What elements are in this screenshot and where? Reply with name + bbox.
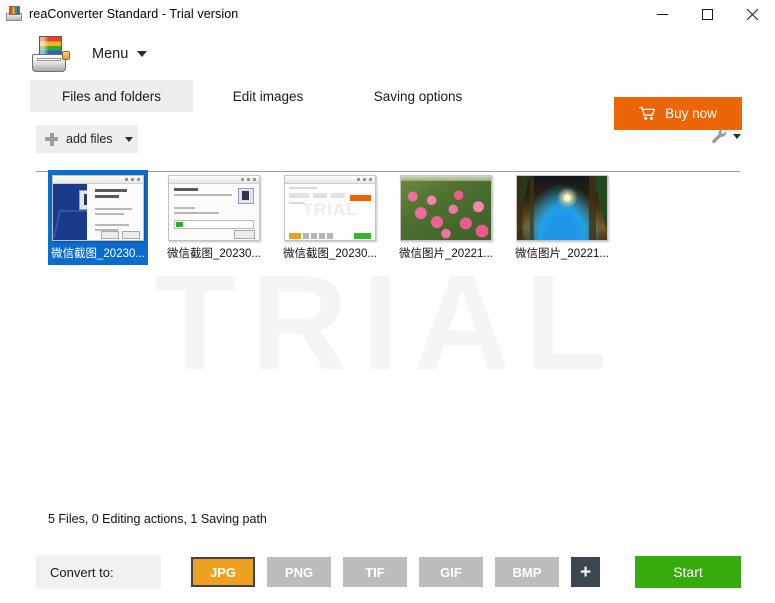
tab-saving-options[interactable]: Saving options xyxy=(343,80,493,112)
list-item[interactable]: 微信截图_20230... xyxy=(164,170,264,265)
menu-button[interactable]: Menu xyxy=(86,42,153,66)
close-button[interactable] xyxy=(730,0,775,28)
thumbnail-image-wrap: TRIAL xyxy=(280,170,380,245)
thumbnail-list: 微信截图_20230... 微信截图_20230... xyxy=(0,170,775,265)
thumbnail-image-wrap xyxy=(48,170,148,245)
add-files-label: add files xyxy=(66,132,113,146)
chevron-down-icon xyxy=(137,51,147,57)
minimize-button[interactable] xyxy=(640,0,685,28)
settings-menu-button[interactable] xyxy=(711,128,741,145)
thumbnail-image-wrap xyxy=(512,170,612,245)
list-item[interactable]: 微信图片_20221... xyxy=(396,170,496,265)
tab-files-and-folders[interactable]: Files and folders xyxy=(30,80,193,112)
reaconverter-logo-icon xyxy=(30,36,70,72)
maximize-icon xyxy=(702,9,713,20)
minimize-icon xyxy=(657,9,668,20)
title-bar: reaConverter Standard - Trial version xyxy=(0,0,775,28)
convert-to-label: Convert to: xyxy=(36,555,161,589)
shopping-cart-icon xyxy=(639,106,656,121)
window-controls xyxy=(640,0,775,28)
bottom-bar: Convert to: JPG PNG TIF GIF BMP + Start xyxy=(0,555,775,589)
maximize-button[interactable] xyxy=(685,0,730,28)
format-button-tif[interactable]: TIF xyxy=(343,557,407,587)
menu-label: Menu xyxy=(92,46,128,62)
files-toolbar: add files xyxy=(0,125,775,158)
thumbnail-image xyxy=(52,175,144,241)
format-button-gif[interactable]: GIF xyxy=(419,557,483,587)
buy-now-label: Buy now xyxy=(665,106,717,121)
thumbnail-image xyxy=(400,175,492,241)
list-item-label: 微信截图_20230... xyxy=(48,245,148,265)
chevron-down-icon xyxy=(733,134,741,139)
list-item-label: 微信图片_20221... xyxy=(512,245,612,265)
window-title: reaConverter Standard - Trial version xyxy=(29,7,238,21)
format-button-png[interactable]: PNG xyxy=(267,557,331,587)
thumbnail-image-wrap xyxy=(396,170,496,245)
list-item-label: 微信截图_20230... xyxy=(164,245,264,265)
thumbnail-image: TRIAL xyxy=(284,175,376,241)
app-icon xyxy=(6,6,22,22)
thumbnail-image xyxy=(168,175,260,241)
wrench-icon xyxy=(711,128,728,145)
header-bar: Menu xyxy=(0,28,775,80)
close-icon xyxy=(747,9,758,20)
format-group: JPG PNG TIF GIF BMP + xyxy=(191,557,600,587)
add-format-button[interactable]: + xyxy=(571,557,600,587)
status-summary: 5 Files, 0 Editing actions, 1 Saving pat… xyxy=(48,512,267,526)
list-item[interactable]: TRIAL 微信截图_20230... xyxy=(280,170,380,265)
format-button-jpg[interactable]: JPG xyxy=(191,557,255,587)
list-item-label: 微信截图_20230... xyxy=(280,245,380,265)
add-files-button[interactable]: add files xyxy=(36,125,138,153)
thumbnail-image xyxy=(516,175,608,241)
start-button[interactable]: Start xyxy=(635,556,741,588)
trial-watermark: TRIAL xyxy=(0,255,775,390)
tab-edit-images[interactable]: Edit images xyxy=(193,80,343,112)
chevron-down-icon[interactable] xyxy=(125,137,133,142)
format-button-bmp[interactable]: BMP xyxy=(495,557,559,587)
list-item[interactable]: 微信图片_20221... xyxy=(512,170,612,265)
thumbnail-image-wrap xyxy=(164,170,264,245)
plus-icon xyxy=(45,133,58,146)
list-item-label: 微信图片_20221... xyxy=(396,245,496,265)
list-item[interactable]: 微信截图_20230... xyxy=(48,170,148,265)
